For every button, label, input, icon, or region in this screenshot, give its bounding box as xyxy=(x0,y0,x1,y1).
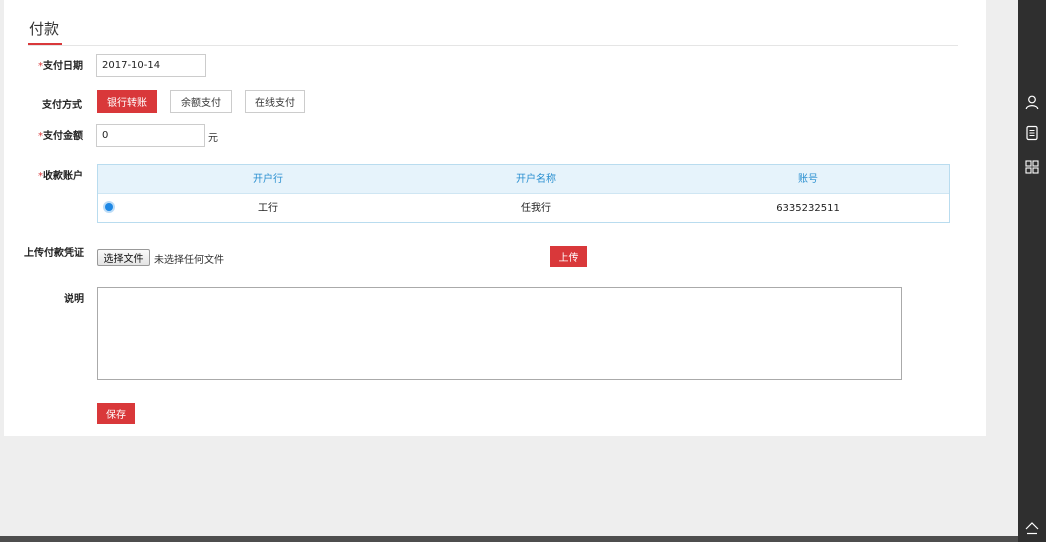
upload-label: 上传付款凭证 xyxy=(24,248,84,259)
account-row-bank: 工行 xyxy=(258,203,278,214)
document-icon[interactable] xyxy=(1024,125,1040,141)
amount-input[interactable] xyxy=(96,124,205,147)
bottom-bar xyxy=(0,536,1018,542)
title-divider xyxy=(28,45,958,46)
note-textarea[interactable] xyxy=(97,287,902,380)
column-header-account-name: 开户名称 xyxy=(516,174,556,185)
method-online-button[interactable]: 在线支付 xyxy=(245,90,305,113)
column-header-bank: 开户行 xyxy=(253,174,283,185)
choose-file-button[interactable]: 选择文件 xyxy=(97,249,150,266)
account-table: 开户行 开户名称 账号 工行 任我行 6335232511 xyxy=(97,164,950,223)
save-button[interactable]: 保存 xyxy=(97,403,135,424)
no-file-text: 未选择任何文件 xyxy=(154,255,224,266)
right-sidebar xyxy=(1018,0,1046,542)
account-row-name: 任我行 xyxy=(521,203,551,214)
apps-icon[interactable] xyxy=(1024,159,1040,175)
method-bank-transfer-button[interactable]: 银行转账 xyxy=(97,90,157,113)
method-label: 支付方式 xyxy=(42,100,82,111)
column-header-account-number: 账号 xyxy=(798,174,818,185)
scroll-top-icon[interactable] xyxy=(1024,520,1040,536)
page-title: 付款 xyxy=(29,20,60,38)
upload-button[interactable]: 上传 xyxy=(550,246,587,267)
user-icon[interactable] xyxy=(1024,94,1040,110)
amount-unit: 元 xyxy=(208,133,218,144)
date-label: *支付日期 xyxy=(38,61,83,72)
method-balance-button[interactable]: 余额支付 xyxy=(170,90,232,113)
amount-label: *支付金额 xyxy=(38,131,83,142)
note-label: 说明 xyxy=(64,294,84,305)
account-label: *收款账户 xyxy=(38,171,83,182)
account-row-radio[interactable] xyxy=(105,203,113,211)
date-input[interactable] xyxy=(96,54,206,77)
account-row-number: 6335232511 xyxy=(776,203,840,214)
